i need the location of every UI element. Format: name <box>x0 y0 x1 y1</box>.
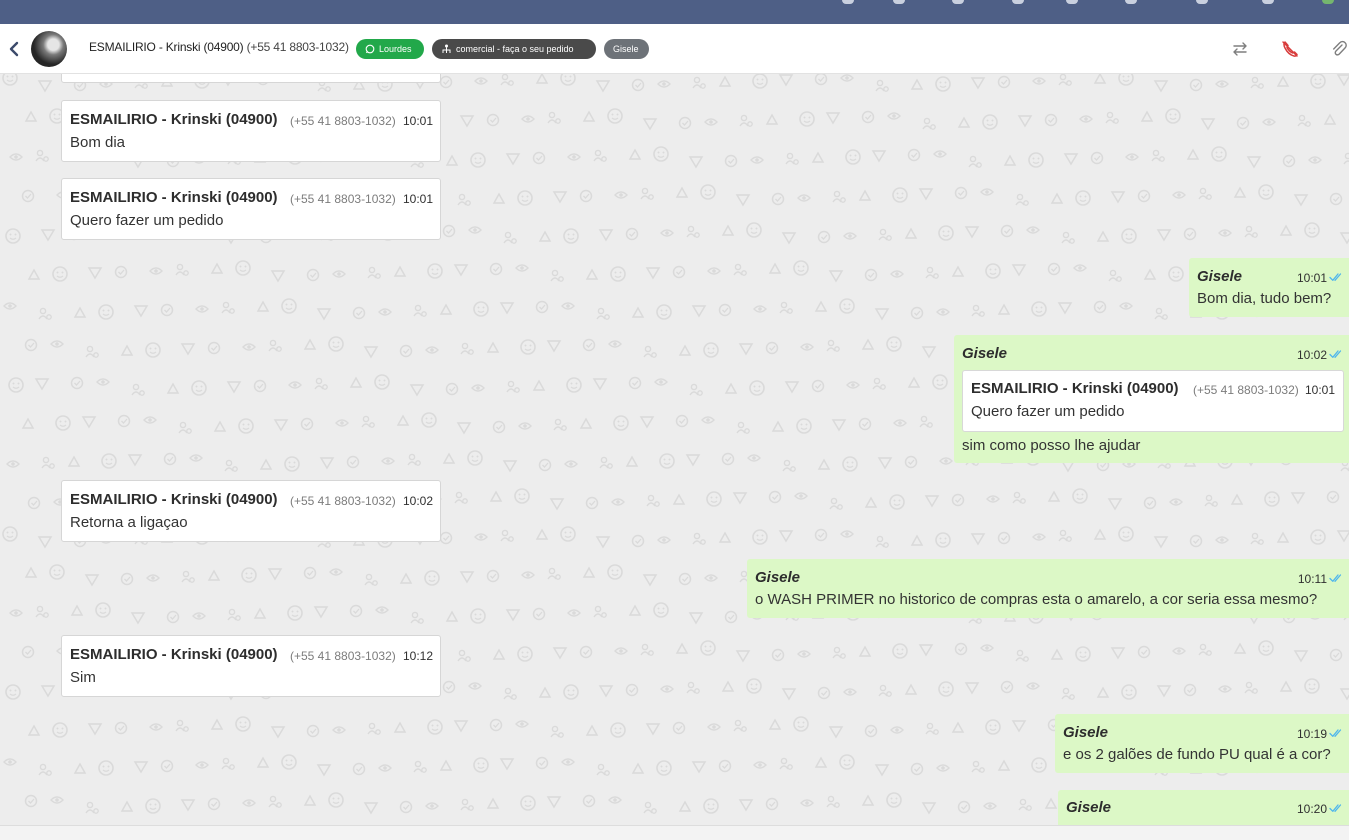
contact-title[interactable]: ESMAILIRIO - Krinski (04900) (+55 41 880… <box>89 40 349 54</box>
message-time: 10:20 <box>1297 802 1327 816</box>
topbar-icon[interactable] <box>1125 0 1137 4</box>
incoming-message-bubble[interactable]: ESMAILIRIO - Krinski (04900) (+55 41 880… <box>61 635 441 697</box>
attachment-icon[interactable] <box>1329 39 1349 59</box>
message-phone: (+55 41 8803-1032) <box>290 494 396 508</box>
incoming-message-bubble[interactable]: ESMAILIRIO - Krinski (04900) (+55 41 880… <box>61 100 441 162</box>
avatar[interactable] <box>31 31 67 67</box>
message-text: Retorna a ligaçao <box>70 514 188 531</box>
queue-badge-label: comercial - faça o seu pedido <box>456 39 574 59</box>
outgoing-message-bubble[interactable]: Gisele 10:19 e os 2 galões de fundo PU q… <box>1055 714 1349 773</box>
message-text: sim como posso lhe ajudar <box>962 437 1140 454</box>
message-author: ESMAILIRIO - Krinski (04900) <box>70 189 278 206</box>
message-composer[interactable] <box>0 825 1349 840</box>
message-phone: (+55 41 8803-1032) <box>290 649 396 663</box>
message-text: e os 2 galões de fundo PU qual é a cor? <box>1063 746 1331 763</box>
message-phone: (+55 41 8803-1032) <box>290 114 396 128</box>
message-author: Gisele <box>755 569 800 586</box>
whatsapp-icon <box>365 44 375 54</box>
message-time: 10:02 <box>1297 348 1327 362</box>
topbar-icon[interactable] <box>1066 0 1078 4</box>
queue-badge: comercial - faça o seu pedido <box>432 39 596 59</box>
message-text: Bom dia, tudo bem? <box>1197 290 1331 307</box>
incoming-message-bubble[interactable] <box>61 74 441 83</box>
back-icon[interactable] <box>6 40 22 58</box>
message-author: Gisele <box>1197 268 1242 285</box>
messages-area[interactable]: ESMAILIRIO - Krinski (04900) (+55 41 880… <box>0 74 1349 825</box>
top-navigation-bar <box>0 0 1349 24</box>
topbar-icon[interactable] <box>952 0 964 4</box>
read-ticks-icon <box>1329 573 1344 583</box>
connection-badge: Lourdes <box>356 39 424 59</box>
message-text: o WASH PRIMER no historico de compras es… <box>755 591 1317 608</box>
message-author: ESMAILIRIO - Krinski (04900) <box>70 111 278 128</box>
transfer-icon[interactable] <box>1230 39 1250 59</box>
quoted-phone: (+55 41 8803-1032) <box>1193 383 1299 397</box>
user-badge: Gisele <box>604 39 649 59</box>
topbar-icon[interactable] <box>1262 0 1274 4</box>
quoted-message[interactable]: ESMAILIRIO - Krinski (04900) (+55 41 880… <box>962 370 1344 432</box>
message-author: ESMAILIRIO - Krinski (04900) <box>70 646 278 663</box>
incoming-message-bubble[interactable]: ESMAILIRIO - Krinski (04900) (+55 41 880… <box>61 480 441 542</box>
message-author: Gisele <box>1066 799 1111 816</box>
message-time: 10:01 <box>1297 271 1327 285</box>
message-time: 10:01 <box>403 114 433 128</box>
outgoing-message-bubble[interactable]: Gisele 10:01 Bom dia, tudo bem? <box>1189 258 1349 317</box>
message-time: 10:19 <box>1297 727 1327 741</box>
quoted-text: Quero fazer um pedido <box>971 403 1124 420</box>
message-text: Quero fazer um pedido <box>70 212 223 229</box>
outgoing-message-bubble[interactable]: Gisele 10:20 <box>1058 790 1349 825</box>
read-ticks-icon <box>1329 728 1344 738</box>
message-time: 10:12 <box>403 649 433 663</box>
message-phone: (+55 41 8803-1032) <box>290 192 396 206</box>
chat-header: ESMAILIRIO - Krinski (04900) (+55 41 880… <box>0 24 1349 74</box>
read-ticks-icon <box>1329 803 1344 813</box>
topbar-icon[interactable] <box>1196 0 1208 4</box>
connection-badge-label: Lourdes <box>379 39 412 59</box>
topbar-icon[interactable] <box>893 0 905 4</box>
user-badge-label: Gisele <box>613 39 639 59</box>
message-time: 10:02 <box>403 494 433 508</box>
message-author: ESMAILIRIO - Krinski (04900) <box>70 491 278 508</box>
topbar-icon[interactable] <box>1012 0 1024 4</box>
outgoing-message-bubble[interactable]: Gisele 10:02 ESMAILIRIO - Krinski (04900… <box>954 335 1349 463</box>
read-ticks-icon <box>1329 272 1344 282</box>
topbar-icon[interactable] <box>842 0 854 4</box>
read-ticks-icon <box>1329 349 1344 359</box>
quoted-time: 10:01 <box>1305 383 1335 397</box>
contact-name: ESMAILIRIO - Krinski (04900) <box>89 40 243 54</box>
message-time: 10:01 <box>403 192 433 206</box>
incoming-message-bubble[interactable]: ESMAILIRIO - Krinski (04900) (+55 41 880… <box>61 178 441 240</box>
topbar-status-icon[interactable] <box>1322 0 1334 4</box>
message-text: Bom dia <box>70 134 125 151</box>
message-text: Sim <box>70 669 96 686</box>
quoted-author: ESMAILIRIO - Krinski (04900) <box>971 380 1179 397</box>
hangup-call-icon[interactable] <box>1280 39 1300 59</box>
contact-phone: (+55 41 8803-1032) <box>247 40 349 54</box>
outgoing-message-bubble[interactable]: Gisele 10:11 o WASH PRIMER no historico … <box>747 559 1349 618</box>
message-author: Gisele <box>1063 724 1108 741</box>
message-time: 10:11 <box>1298 572 1327 586</box>
queue-icon <box>441 44 452 54</box>
message-author: Gisele <box>962 345 1007 362</box>
